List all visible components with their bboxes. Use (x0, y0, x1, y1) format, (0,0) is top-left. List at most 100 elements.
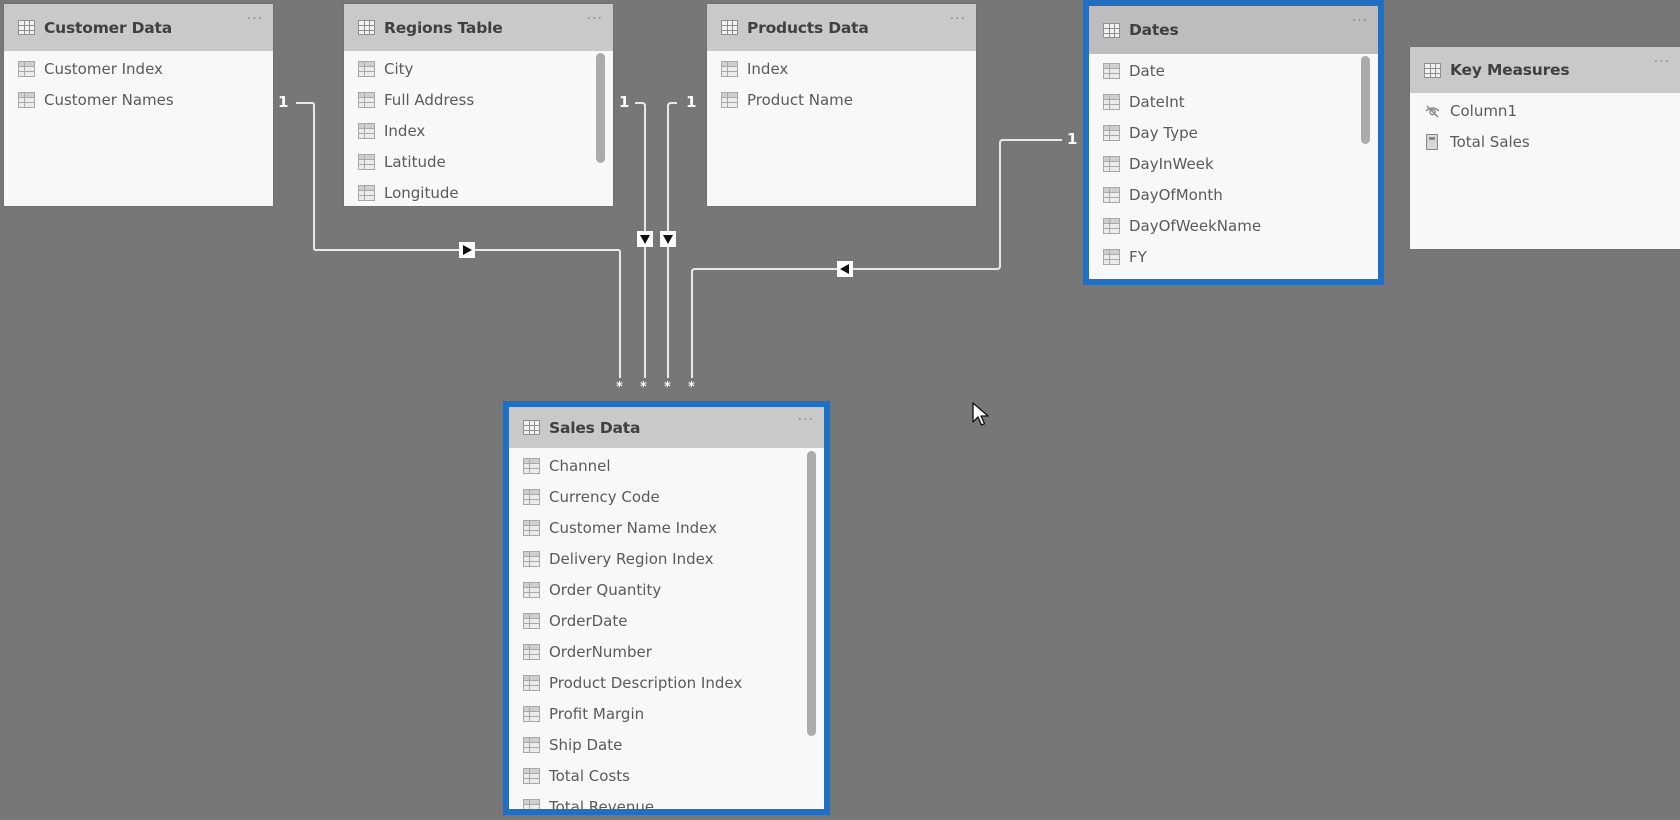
column-label: DateInt (1129, 92, 1185, 111)
column-row[interactable]: Product Description Index (509, 667, 824, 698)
column-label: Customer Names (44, 90, 174, 109)
column-row[interactable]: Product Name (707, 84, 976, 115)
table-card-key-measures[interactable]: Key Measures ··· Column1 Total Sales (1410, 47, 1680, 249)
arrow-left-icon (837, 261, 853, 277)
table-card-regions-table[interactable]: Regions Table ··· City Full Address Inde… (344, 4, 613, 206)
column-row[interactable]: Total Costs (509, 760, 824, 791)
column-row[interactable]: Ship Date (509, 729, 824, 760)
column-row[interactable]: Total Revenue (509, 791, 824, 809)
column-label: Ship Date (549, 735, 623, 754)
column-label: Product Name (747, 90, 853, 109)
table-header[interactable]: Products Data ··· (707, 4, 976, 51)
column-row[interactable]: OrderNumber (509, 636, 824, 667)
more-options-button[interactable]: ··· (1352, 14, 1368, 28)
arrow-right-icon (459, 242, 475, 258)
column-row[interactable]: Day Type (1089, 117, 1378, 148)
cardinality-many-label: * (664, 380, 671, 395)
more-options-button[interactable]: ··· (587, 12, 603, 26)
column-row[interactable]: Index (707, 53, 976, 84)
column-label: Channel (549, 456, 611, 475)
column-icon (1103, 62, 1120, 79)
column-label: Column1 (1450, 101, 1517, 120)
column-row[interactable]: Date (1089, 55, 1378, 86)
column-row[interactable]: OrderDate (509, 605, 824, 636)
table-header[interactable]: Sales Data ··· (509, 407, 824, 448)
column-icon (523, 457, 540, 474)
table-title: Regions Table (384, 18, 503, 37)
column-label: DayOfMonth (1129, 185, 1223, 204)
column-row[interactable]: DateInt (1089, 86, 1378, 117)
table-title: Sales Data (549, 418, 641, 437)
table-card-customer-data[interactable]: Customer Data ··· Customer Index Custome… (4, 4, 273, 206)
table-icon (358, 20, 375, 35)
column-row[interactable]: DayOfMonth (1089, 179, 1378, 210)
table-card-products-data[interactable]: Products Data ··· Index Product Name (707, 4, 976, 206)
column-row[interactable]: Customer Names (4, 84, 273, 115)
hidden-column-icon (1424, 103, 1441, 119)
mouse-cursor-icon (972, 402, 989, 426)
column-label: Index (747, 59, 789, 78)
column-row[interactable]: Longitude (344, 177, 613, 206)
column-label: Total Costs (549, 766, 630, 785)
column-row[interactable]: City (344, 53, 613, 84)
column-row[interactable]: Column1 (1410, 95, 1680, 126)
column-row[interactable]: Channel (509, 450, 824, 481)
column-row[interactable]: Customer Name Index (509, 512, 824, 543)
column-label: Currency Code (549, 487, 660, 506)
table-card-sales-data[interactable]: Sales Data ··· Channel Currency Code Cus… (503, 401, 830, 815)
measure-label: Total Sales (1450, 132, 1530, 151)
column-icon (18, 60, 35, 77)
table-header[interactable]: Dates ··· (1089, 6, 1378, 54)
column-icon (523, 581, 540, 598)
column-icon (1103, 186, 1120, 203)
column-label: Index (384, 121, 426, 140)
table-card-dates[interactable]: Dates ··· Date DateInt Day Type DayInWee… (1083, 0, 1384, 285)
column-icon (1103, 124, 1120, 141)
column-row[interactable]: Customer Index (4, 53, 273, 84)
column-label: Total Revenue (549, 797, 655, 810)
column-row[interactable]: DayOfWeekName (1089, 210, 1378, 241)
column-icon (523, 736, 540, 753)
scrollbar[interactable] (807, 451, 816, 736)
measure-row[interactable]: Total Sales (1410, 126, 1680, 157)
arrow-down-icon (637, 231, 653, 247)
column-row[interactable]: Full Address (344, 84, 613, 115)
column-row[interactable]: Currency Code (509, 481, 824, 512)
scrollbar[interactable] (596, 53, 605, 163)
column-icon (358, 91, 375, 108)
column-icon (523, 612, 540, 629)
column-row[interactable]: Index (344, 115, 613, 146)
column-row[interactable]: Latitude (344, 146, 613, 177)
more-options-button[interactable]: ··· (1654, 55, 1670, 69)
table-title: Customer Data (44, 18, 172, 37)
cardinality-one-label: 1 (1067, 130, 1078, 148)
table-icon (523, 420, 540, 435)
scrollbar[interactable] (1361, 56, 1370, 144)
table-header[interactable]: Customer Data ··· (4, 4, 273, 51)
column-row[interactable]: FY (1089, 241, 1378, 272)
column-icon (358, 184, 375, 201)
column-row[interactable]: DayInWeek (1089, 148, 1378, 179)
table-title: Dates (1129, 21, 1179, 39)
arrow-down-icon (660, 231, 676, 247)
column-icon (523, 550, 540, 567)
more-options-button[interactable]: ··· (798, 413, 814, 427)
column-icon (1103, 155, 1120, 172)
column-label: Full Address (384, 90, 475, 109)
column-icon (18, 91, 35, 108)
table-header[interactable]: Regions Table ··· (344, 4, 613, 51)
table-icon (18, 20, 35, 35)
more-options-button[interactable]: ··· (247, 12, 263, 26)
column-icon (523, 519, 540, 536)
table-icon (721, 20, 738, 35)
column-row[interactable]: Delivery Region Index (509, 543, 824, 574)
column-label: Delivery Region Index (549, 549, 714, 568)
column-label: DayInWeek (1129, 154, 1214, 173)
column-row[interactable]: Profit Margin (509, 698, 824, 729)
more-options-button[interactable]: ··· (950, 12, 966, 26)
column-row[interactable]: Order Quantity (509, 574, 824, 605)
table-header[interactable]: Key Measures ··· (1410, 47, 1680, 93)
column-icon (523, 674, 540, 691)
column-row-partial[interactable] (1089, 272, 1378, 279)
column-icon (1103, 93, 1120, 110)
